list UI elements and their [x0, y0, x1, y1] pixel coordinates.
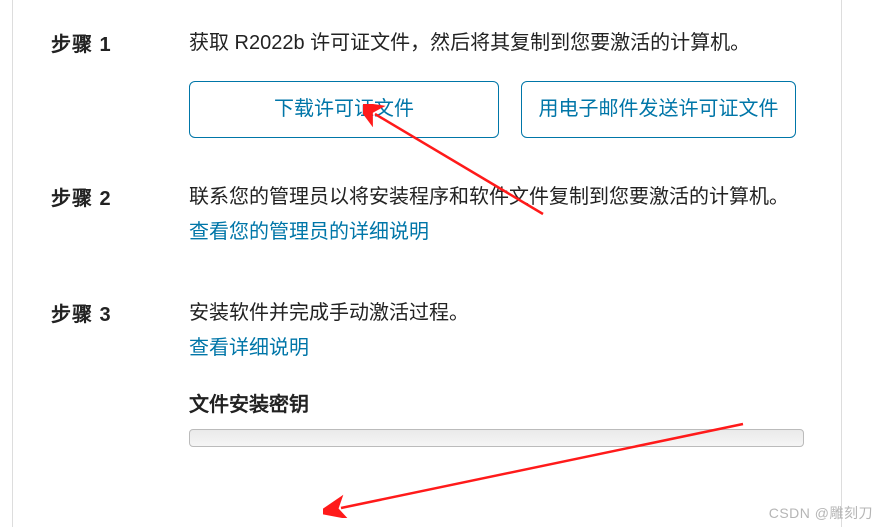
step-1-label: 步骤 1 — [51, 28, 189, 138]
step-2-body: 联系您的管理员以将安装程序和软件文件复制到您要激活的计算机。 查看您的管理员的详… — [189, 182, 803, 248]
step-3-details-link[interactable]: 查看详细说明 — [189, 333, 309, 364]
step-1-desc: 获取 R2022b 许可证文件，然后将其复制到您要激活的计算机。 — [189, 28, 803, 59]
admin-details-link[interactable]: 查看您的管理员的详细说明 — [189, 217, 429, 248]
email-license-button[interactable]: 用电子邮件发送许可证文件 — [521, 81, 796, 138]
step-2-desc: 联系您的管理员以将安装程序和软件文件复制到您要激活的计算机。 — [189, 182, 803, 213]
step-3-label: 步骤 3 — [51, 298, 189, 447]
step-1-row: 步骤 1 获取 R2022b 许可证文件，然后将其复制到您要激活的计算机。 下载… — [51, 28, 803, 138]
step-2-label: 步骤 2 — [51, 182, 189, 248]
step-1-body: 获取 R2022b 许可证文件，然后将其复制到您要激活的计算机。 下载许可证文件… — [189, 28, 803, 138]
step-2-row: 步骤 2 联系您的管理员以将安装程序和软件文件复制到您要激活的计算机。 查看您的… — [51, 182, 803, 248]
step-3-row: 步骤 3 安装软件并完成手动激活过程。 查看详细说明 文件安装密钥 — [51, 298, 803, 447]
step-1-buttons: 下载许可证文件 用电子邮件发送许可证文件 — [189, 81, 803, 138]
step-3-desc: 安装软件并完成手动激活过程。 — [189, 298, 804, 329]
file-install-key-header: 文件安装密钥 — [189, 390, 804, 421]
watermark: CSDN @雕刻刀 — [769, 503, 873, 523]
file-install-key-input[interactable] — [189, 429, 804, 447]
step-3-body: 安装软件并完成手动激活过程。 查看详细说明 文件安装密钥 — [189, 298, 804, 447]
download-license-button[interactable]: 下载许可证文件 — [189, 81, 499, 138]
